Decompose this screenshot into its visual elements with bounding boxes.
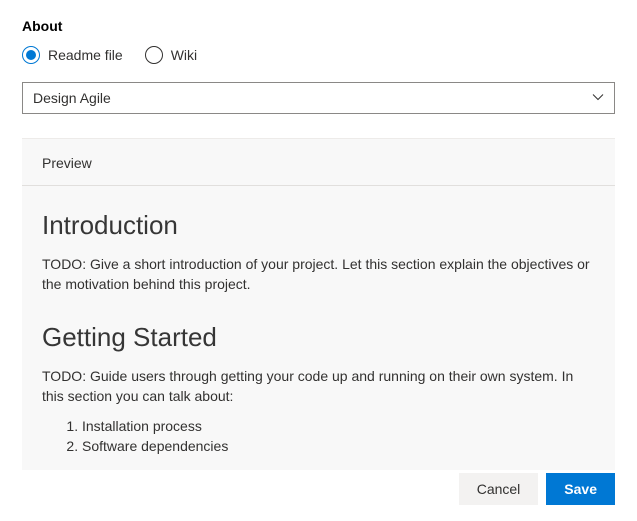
- radio-label: Wiki: [171, 47, 197, 63]
- section-heading: About: [22, 18, 615, 34]
- cancel-button[interactable]: Cancel: [459, 473, 539, 505]
- radio-icon: [145, 46, 163, 64]
- radio-label: Readme file: [48, 47, 123, 63]
- preview-tab[interactable]: Preview: [42, 155, 92, 171]
- preview-panel: Preview Introduction TODO: Give a short …: [22, 138, 615, 470]
- save-button[interactable]: Save: [546, 473, 615, 505]
- markdown-heading-getting-started: Getting Started: [42, 322, 595, 353]
- radio-readme-file[interactable]: Readme file: [22, 46, 123, 64]
- list-item: Software dependencies: [82, 438, 595, 454]
- preview-tab-bar: Preview: [22, 139, 615, 186]
- preview-content: Introduction TODO: Give a short introduc…: [22, 186, 615, 470]
- markdown-ordered-list: Installation process Software dependenci…: [42, 418, 595, 454]
- radio-icon: [22, 46, 40, 64]
- footer-actions: Cancel Save: [459, 473, 615, 505]
- dropdown-selected-label: Design Agile: [33, 90, 111, 106]
- markdown-heading-introduction: Introduction: [42, 210, 595, 241]
- markdown-paragraph: TODO: Give a short introduction of your …: [42, 255, 595, 294]
- chevron-down-icon: [592, 90, 604, 106]
- about-source-radio-group: Readme file Wiki: [22, 46, 615, 64]
- markdown-paragraph: TODO: Guide users through getting your c…: [42, 367, 595, 406]
- radio-wiki[interactable]: Wiki: [145, 46, 197, 64]
- list-item: Installation process: [82, 418, 595, 434]
- readme-source-dropdown[interactable]: Design Agile: [22, 82, 615, 114]
